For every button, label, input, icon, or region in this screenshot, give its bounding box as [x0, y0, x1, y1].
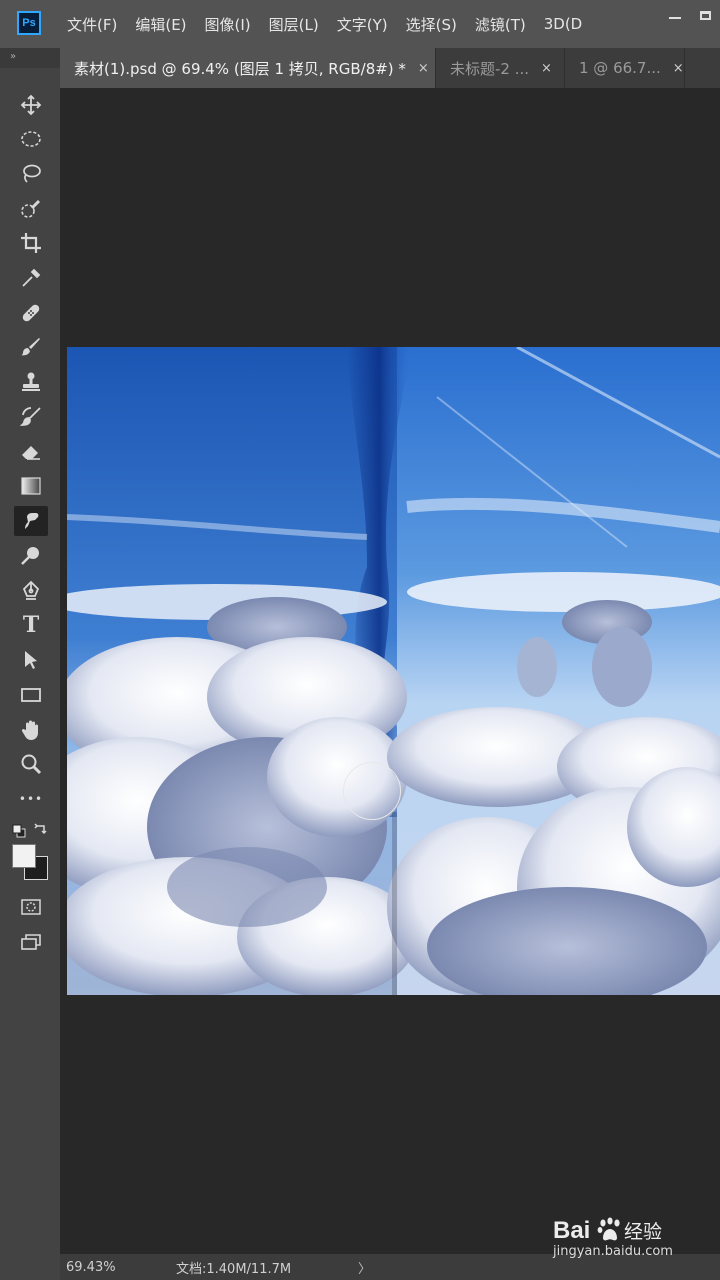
sky-clouds-image	[67, 347, 720, 995]
tab-label: 未标题-2 ...	[450, 59, 530, 78]
quick-mask-button[interactable]	[14, 892, 48, 922]
more-tools-icon: •••	[18, 792, 44, 806]
healing-brush-icon	[22, 304, 40, 322]
brush-tool[interactable]	[14, 332, 48, 362]
screen-mode-button[interactable]	[14, 927, 48, 957]
history-brush-icon	[19, 407, 41, 426]
brush-icon	[21, 338, 40, 356]
document-tabs: 素材(1).psd @ 69.4% (图层 1 拷贝, RGB/8#) * × …	[60, 48, 720, 89]
brand-left: Bai	[553, 1217, 590, 1244]
menu-layer[interactable]: 图层(L)	[260, 14, 328, 35]
panel-collapse-button[interactable]: »	[0, 48, 60, 68]
lasso-tool[interactable]	[14, 159, 48, 189]
menu-select[interactable]: 选择(S)	[397, 14, 466, 35]
minimize-button[interactable]	[660, 0, 690, 30]
crop-icon	[21, 233, 41, 253]
smudge-icon	[25, 513, 39, 529]
history-brush-tool[interactable]	[14, 402, 48, 432]
default-colors-icon	[12, 824, 26, 838]
tab-label: 素材(1).psd @ 69.4% (图层 1 拷贝, RGB/8#) *	[74, 59, 406, 78]
quick-selection-icon	[21, 199, 41, 218]
menu-edit[interactable]: 编辑(E)	[126, 14, 195, 35]
rectangle-tool[interactable]	[14, 680, 48, 710]
swap-colors-button[interactable]	[34, 821, 50, 837]
foreground-color-swatch[interactable]	[12, 844, 36, 868]
marquee-tool[interactable]	[14, 124, 48, 154]
swap-arrow-icon	[34, 823, 47, 835]
rectangle-icon	[21, 688, 41, 702]
hand-tool[interactable]	[14, 715, 48, 745]
quick-selection-tool[interactable]	[14, 194, 48, 224]
maximize-icon	[699, 10, 711, 20]
close-tab-icon[interactable]: ×	[673, 61, 684, 76]
tab-document-3[interactable]: 1 @ 66.7... ×	[565, 48, 685, 88]
brush-cursor-icon	[343, 762, 401, 820]
status-menu-arrow-icon[interactable]: 〉	[358, 1258, 371, 1277]
tools-panel: » T •••	[0, 48, 60, 1280]
quick-mask-icon	[21, 899, 41, 915]
maximize-button[interactable]	[690, 0, 720, 30]
type-tool[interactable]: T	[14, 610, 48, 640]
minimize-icon	[669, 17, 681, 19]
move-tool[interactable]	[14, 90, 48, 120]
smudge-tool[interactable]	[14, 506, 48, 536]
type-icon: T	[22, 612, 40, 638]
window-controls	[660, 0, 720, 32]
document-canvas[interactable]	[67, 347, 720, 995]
close-tab-icon[interactable]: ×	[418, 61, 429, 76]
healing-brush-tool[interactable]	[14, 298, 48, 328]
baidu-logo: Bai 经验	[553, 1217, 662, 1244]
crop-tool[interactable]	[14, 228, 48, 258]
lasso-icon	[23, 164, 41, 183]
menu-filter[interactable]: 滤镜(T)	[466, 14, 535, 35]
pen-icon	[22, 580, 40, 600]
eyedropper-tool[interactable]	[14, 263, 48, 293]
document-size-info: 文档:1.40M/11.7M	[176, 1261, 292, 1277]
tab-label: 1 @ 66.7...	[579, 59, 661, 77]
zoom-level[interactable]: 69.43%	[66, 1260, 116, 1275]
zoom-tool[interactable]	[14, 749, 48, 779]
clone-stamp-tool[interactable]	[14, 367, 48, 397]
menu-type[interactable]: 文字(Y)	[328, 14, 397, 35]
default-colors-button[interactable]	[12, 823, 26, 838]
path-selection-tool[interactable]	[14, 645, 48, 675]
menu-items: 文件(F) 编辑(E) 图像(I) 图层(L) 文字(Y) 选择(S) 滤镜(T…	[58, 0, 591, 48]
more-tools-button[interactable]: •••	[14, 784, 48, 814]
screen-mode-icon	[21, 934, 41, 950]
tab-document-2[interactable]: 未标题-2 ... ×	[436, 48, 565, 88]
elliptical-marquee-icon	[21, 131, 41, 147]
photoshop-logo[interactable]: Ps	[17, 11, 41, 35]
menu-3d[interactable]: 3D(D	[535, 15, 592, 33]
dodge-icon	[21, 547, 39, 565]
brand-right: 经验	[624, 1221, 662, 1243]
eraser-tool[interactable]	[14, 437, 48, 467]
path-selection-icon	[25, 651, 37, 669]
baidu-jingyan-watermark: Bai 经验 jingyan.baidu.com	[553, 1214, 713, 1264]
clone-stamp-icon	[22, 372, 40, 391]
close-tab-icon[interactable]: ×	[541, 61, 552, 76]
tab-document-1[interactable]: 素材(1).psd @ 69.4% (图层 1 拷贝, RGB/8#) * ×	[60, 48, 436, 88]
menu-image[interactable]: 图像(I)	[196, 14, 260, 35]
move-icon	[20, 94, 42, 116]
watermark-url: jingyan.baidu.com	[553, 1244, 673, 1259]
zoom-icon	[21, 754, 42, 775]
pen-tool[interactable]	[14, 576, 48, 606]
gradient-icon	[21, 477, 41, 495]
dodge-tool[interactable]	[14, 541, 48, 571]
menu-file[interactable]: 文件(F)	[58, 14, 126, 35]
eyedropper-icon	[22, 268, 41, 287]
gradient-tool[interactable]	[14, 471, 48, 501]
hand-icon	[21, 720, 38, 740]
menu-bar: Ps 文件(F) 编辑(E) 图像(I) 图层(L) 文字(Y) 选择(S) 滤…	[0, 0, 720, 48]
eraser-icon	[22, 446, 40, 460]
